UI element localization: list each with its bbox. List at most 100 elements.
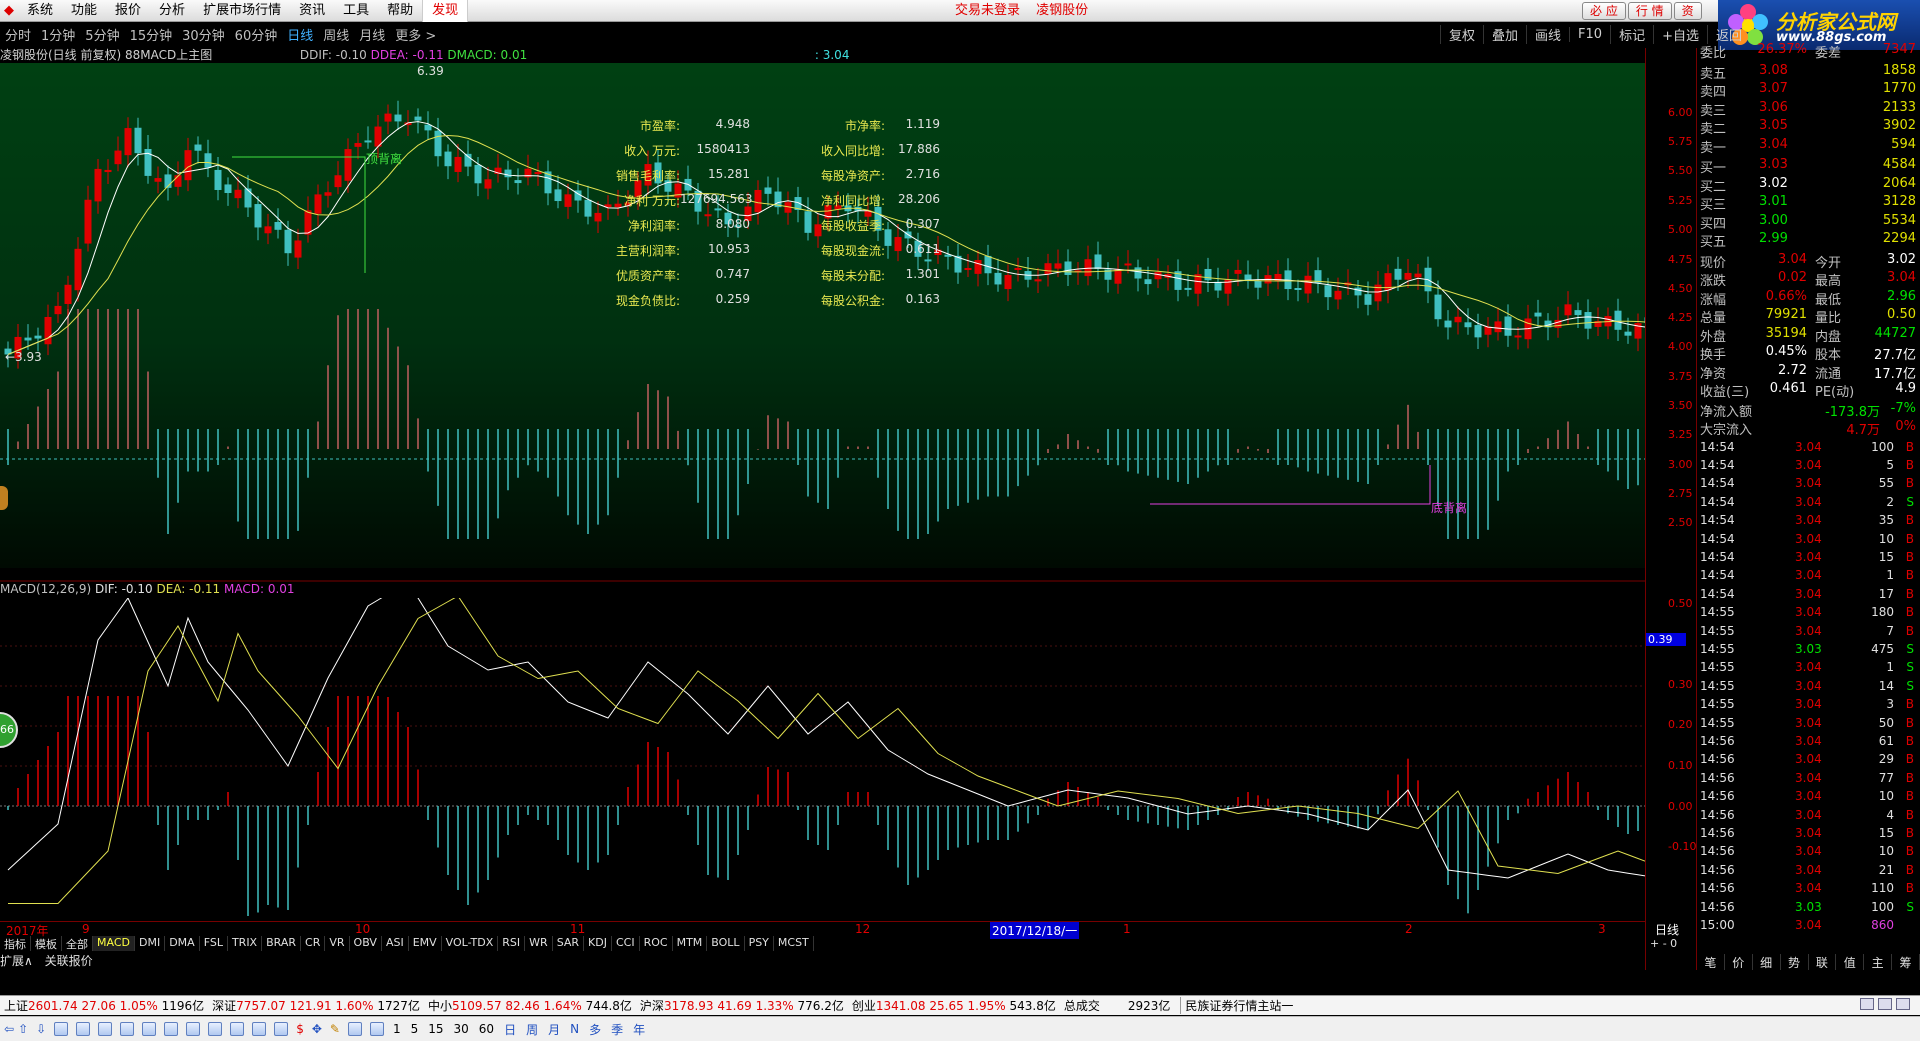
indicator-tab-obv[interactable]: OBV [350,936,382,951]
menu-analysis[interactable]: 分析 [150,0,194,22]
settings-icon[interactable] [1896,998,1910,1010]
extend-toggle[interactable]: 扩展∧ [0,954,33,968]
ask-row[interactable]: 卖一 3.04 594 [1697,137,1920,156]
indicator-tab-macd[interactable]: MACD [93,936,135,951]
period-timeshare[interactable]: 分时 [0,25,36,44]
period-weekly[interactable]: 周线 [318,25,354,44]
period-month-button[interactable]: 月 [548,1021,560,1038]
indicator-tab-psy[interactable]: PSY [745,936,774,951]
indicator-tab-vol-tdx[interactable]: VOL-TDX [442,936,499,951]
period-n-button[interactable]: N [570,1022,579,1036]
period-5-button[interactable]: 5 [411,1022,419,1036]
menu-discover[interactable]: 发现 [422,0,469,22]
indicator-tab-fsl[interactable]: FSL [200,936,228,951]
mark-button[interactable]: 标记 [1610,24,1653,44]
indicator-tab-brar[interactable]: BRAR [262,936,302,951]
indicator-tab-指标[interactable]: 指标 [0,936,31,951]
quote-tab[interactable]: 笔 [1697,954,1725,970]
period-30-button[interactable]: 30 [454,1022,469,1036]
period-30min[interactable]: 30分钟 [177,25,230,44]
weibi-row[interactable]: 委比 26.37% 委差 7347 [1697,42,1920,61]
period-quarter-button[interactable]: 季 [611,1021,623,1038]
down-arrow-icon[interactable]: ⇩ [36,1022,46,1036]
indicator-tab-roc[interactable]: ROC [640,936,673,951]
indicator-tab-kdj[interactable]: KDJ [584,936,612,951]
ranking-icon[interactable] [230,1022,245,1036]
quote-tab[interactable]: 价 [1725,954,1753,970]
menu-quote[interactable]: 报价 [106,0,150,22]
indicator-tab-rsi[interactable]: RSI [498,936,526,951]
ask-row[interactable]: 卖二 3.05 3902 [1697,118,1920,137]
move-icon[interactable]: ✥ [312,1022,322,1036]
period-more[interactable]: 更多 > [390,25,441,44]
message-icon[interactable] [1878,998,1893,1010]
indicator-tab-vr[interactable]: VR [325,936,350,951]
f10-icon[interactable] [142,1022,157,1036]
fund-icon[interactable] [186,1022,201,1036]
bing-button[interactable]: 必 应 [1582,2,1626,20]
quote-tab[interactable]: 联 [1809,954,1837,970]
indicator-tab-全部[interactable]: 全部 [62,936,93,951]
period-monthly[interactable]: 月线 [354,25,390,44]
period-week-button[interactable]: 周 [526,1021,538,1038]
bid-row[interactable]: 买二 3.02 2064 [1697,176,1920,195]
app-icon[interactable]: ◆ [0,3,18,18]
indicator-tab-wr[interactable]: WR [525,936,553,951]
formula-icon[interactable] [347,1022,362,1036]
bid-row[interactable]: 买三 3.01 3128 [1697,194,1920,213]
trade-status[interactable]: 交易未登录 [955,3,1020,18]
quote-tab[interactable]: 主 [1864,954,1893,970]
period-15min[interactable]: 15分钟 [125,25,178,44]
hs-index[interactable]: 沪深3178.93 41.69 1.33% 776.2亿 [636,997,848,1014]
menu-tools[interactable]: 工具 [334,0,378,22]
market-button[interactable]: 行 情 [1627,2,1672,20]
timeshare-icon[interactable] [98,1022,113,1036]
left-collapse-handle[interactable] [0,486,8,510]
dollar-icon[interactable]: $ [296,1022,304,1036]
indicator-tab-mtm[interactable]: MTM [673,936,708,951]
grid-icon[interactable] [76,1022,91,1036]
indicator-tab-mcst[interactable]: MCST [774,936,814,951]
pen-icon[interactable]: ✎ [330,1022,340,1036]
period-year-button[interactable]: 年 [633,1021,645,1038]
bid-row[interactable]: 买五 2.99 2294 [1697,231,1920,250]
wave-icon[interactable] [252,1022,267,1036]
indicator-tab-dma[interactable]: DMA [165,936,200,951]
period-multi-button[interactable]: 多 [589,1021,601,1038]
ask-row[interactable]: 卖四 3.07 1770 [1697,81,1920,100]
period-1-button[interactable]: 1 [393,1022,401,1036]
period-15-button[interactable]: 15 [428,1022,443,1036]
rsi-icon[interactable] [274,1022,289,1036]
indicator-tab-cci[interactable]: CCI [612,936,640,951]
quote-list-icon[interactable] [54,1022,69,1036]
news-icon[interactable] [164,1022,179,1036]
indicator-tab-cr[interactable]: CR [301,936,326,951]
draw-line-button[interactable]: 画线 [1526,24,1569,44]
quote-tab[interactable]: 细 [1753,954,1781,970]
main-chart[interactable] [0,63,1652,568]
related-quote-tab[interactable]: 关联报价 [45,954,93,968]
zx-index[interactable]: 中小5109.57 82.46 1.64% 744.8亿 [424,997,636,1014]
back-button[interactable]: 返回 [1707,24,1750,44]
sz-index[interactable]: 深证7757.07 121.91 1.60% 1727亿 [208,997,424,1014]
indicator-tab-asi[interactable]: ASI [382,936,409,951]
indicator-tab-模板[interactable]: 模板 [31,936,62,951]
news-button[interactable]: 资 [1673,2,1702,20]
chart-icon[interactable] [369,1022,384,1036]
quote-tab[interactable]: 势 [1781,954,1809,970]
up-arrow-icon[interactable]: ⇧ [18,1022,28,1036]
indicator-tab-sar[interactable]: SAR [553,936,585,951]
period-60-button[interactable]: 60 [479,1022,494,1036]
sh-index[interactable]: 上证2601.74 27.06 1.05% 1196亿 [0,997,208,1014]
ask-row[interactable]: 卖五 3.08 1858 [1697,63,1920,82]
bid-row[interactable]: 买四 3.00 5534 [1697,213,1920,232]
menu-extended-market[interactable]: 扩展市场行情 [194,0,290,22]
period-day-button[interactable]: 日 [504,1021,516,1038]
quote-tab[interactable]: 值 [1836,954,1865,970]
period-60min[interactable]: 60分钟 [230,25,283,44]
cy-index[interactable]: 创业1341.08 25.65 1.95% 543.8亿 [848,997,1060,1014]
kline-icon[interactable] [120,1022,135,1036]
sector-icon[interactable] [208,1022,223,1036]
network-icon[interactable] [1860,998,1875,1010]
indicator-tab-trix[interactable]: TRIX [228,936,263,951]
